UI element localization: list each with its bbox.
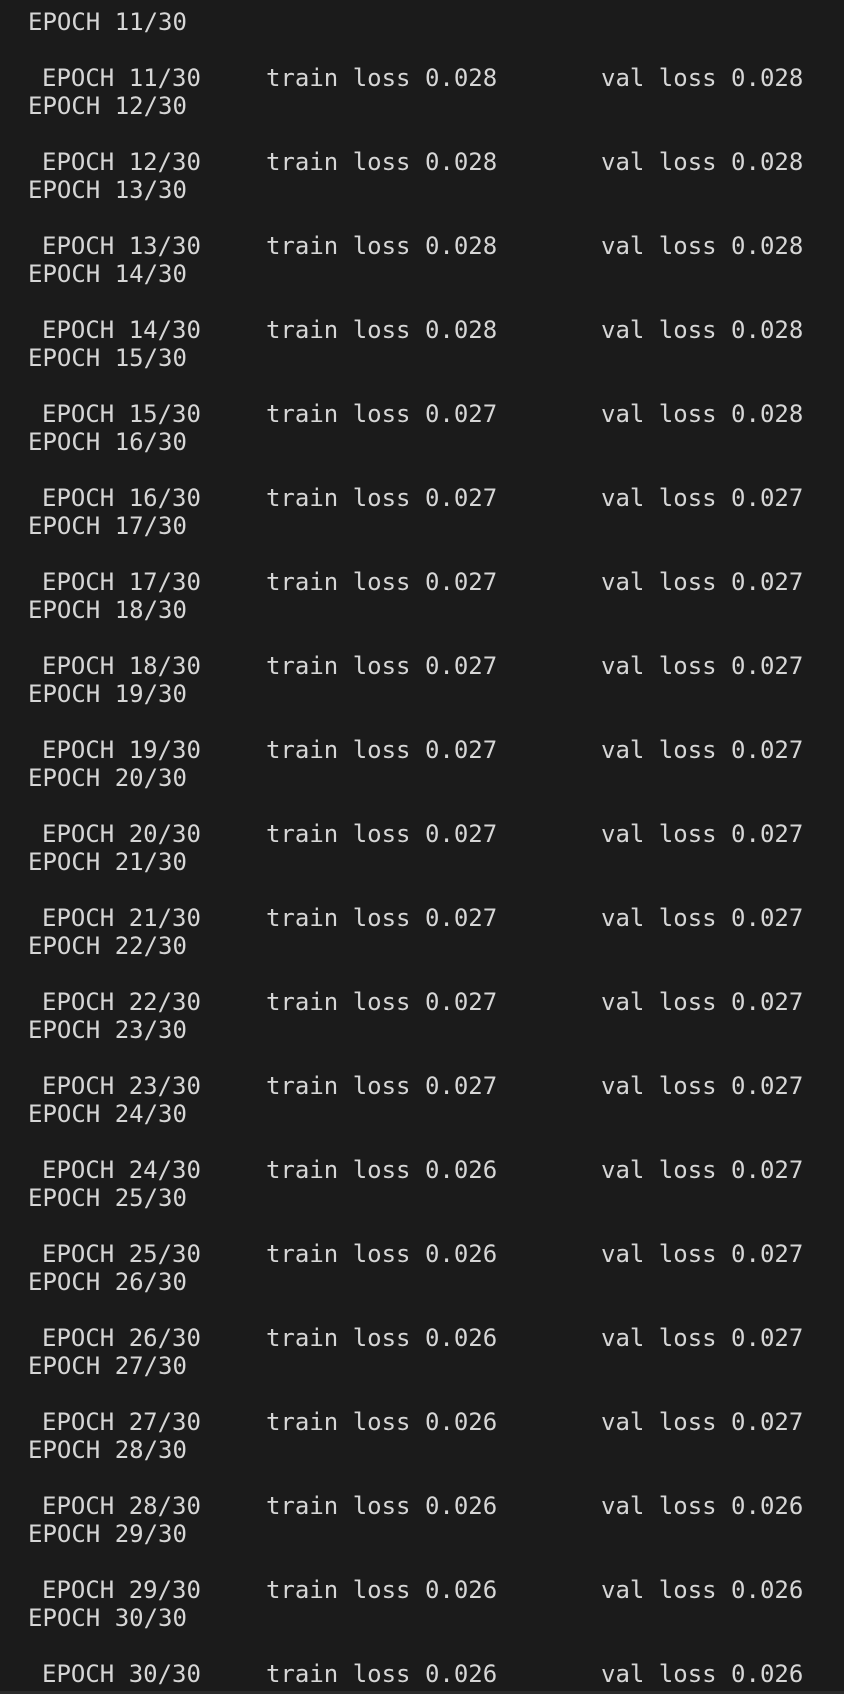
- train-loss: train loss 0.027: [266, 652, 498, 680]
- val-loss: val loss 0.027: [601, 820, 804, 848]
- epoch-label: EPOCH 27/30: [42, 1408, 201, 1436]
- epoch-header: EPOCH 13/30: [28, 176, 187, 204]
- terminal-output: EPOCH 11/30 EPOCH 11/30 train loss 0.028 v…: [0, 0, 844, 1694]
- val-loss: val loss 0.026: [601, 1660, 804, 1688]
- epoch-label: EPOCH 11/30: [42, 64, 201, 92]
- epoch-header: EPOCH 29/30: [28, 1520, 187, 1548]
- epoch-header: EPOCH 14/30: [28, 260, 187, 288]
- val-loss: val loss 0.026: [601, 1576, 804, 1604]
- epoch-header: EPOCH 20/30: [28, 764, 187, 792]
- train-loss: train loss 0.027: [266, 400, 498, 428]
- val-loss: val loss 0.027: [601, 1324, 804, 1352]
- val-loss: val loss 0.028: [601, 64, 804, 92]
- train-loss: train loss 0.027: [266, 484, 498, 512]
- epoch-label: EPOCH 19/30: [42, 736, 201, 764]
- train-loss: train loss 0.028: [266, 148, 498, 176]
- train-loss: train loss 0.028: [266, 316, 498, 344]
- epoch-label: EPOCH 23/30: [42, 1072, 201, 1100]
- train-loss: train loss 0.027: [266, 904, 498, 932]
- epoch-header: EPOCH 11/30: [28, 8, 187, 36]
- epoch-label: EPOCH 17/30: [42, 568, 201, 596]
- val-loss: val loss 0.027: [601, 484, 804, 512]
- epoch-label: EPOCH 16/30: [42, 484, 201, 512]
- epoch-label: EPOCH 12/30: [42, 148, 201, 176]
- train-loss: train loss 0.027: [266, 568, 498, 596]
- epoch-header: EPOCH 12/30: [28, 92, 187, 120]
- train-loss: train loss 0.026: [266, 1660, 498, 1688]
- epoch-label: EPOCH 20/30: [42, 820, 201, 848]
- val-loss: val loss 0.028: [601, 316, 804, 344]
- val-loss: val loss 0.027: [601, 988, 804, 1016]
- train-loss: train loss 0.026: [266, 1240, 498, 1268]
- epoch-label: EPOCH 21/30: [42, 904, 201, 932]
- epoch-label: EPOCH 24/30: [42, 1156, 201, 1184]
- epoch-label: EPOCH 18/30: [42, 652, 201, 680]
- train-loss: train loss 0.026: [266, 1156, 498, 1184]
- epoch-label: EPOCH 14/30: [42, 316, 201, 344]
- train-loss: train loss 0.026: [266, 1408, 498, 1436]
- epoch-header: EPOCH 25/30: [28, 1184, 187, 1212]
- epoch-label: EPOCH 26/30: [42, 1324, 201, 1352]
- train-loss: train loss 0.027: [266, 736, 498, 764]
- train-loss: train loss 0.026: [266, 1324, 498, 1352]
- val-loss: val loss 0.028: [601, 148, 804, 176]
- epoch-label: EPOCH 15/30: [42, 400, 201, 428]
- epoch-header: EPOCH 22/30: [28, 932, 187, 960]
- epoch-label: EPOCH 28/30: [42, 1492, 201, 1520]
- epoch-label: EPOCH 30/30: [42, 1660, 201, 1688]
- epoch-header: EPOCH 27/30: [28, 1352, 187, 1380]
- val-loss: val loss 0.026: [601, 1492, 804, 1520]
- val-loss: val loss 0.028: [601, 232, 804, 260]
- epoch-label: EPOCH 25/30: [42, 1240, 201, 1268]
- epoch-header: EPOCH 21/30: [28, 848, 187, 876]
- val-loss: val loss 0.027: [601, 736, 804, 764]
- val-loss: val loss 0.027: [601, 1408, 804, 1436]
- val-loss: val loss 0.027: [601, 652, 804, 680]
- epoch-header: EPOCH 26/30: [28, 1268, 187, 1296]
- train-loss: train loss 0.027: [266, 1072, 498, 1100]
- epoch-header: EPOCH 28/30: [28, 1436, 187, 1464]
- epoch-header: EPOCH 23/30: [28, 1016, 187, 1044]
- epoch-header: EPOCH 17/30: [28, 512, 187, 540]
- epoch-label: EPOCH 29/30: [42, 1576, 201, 1604]
- val-loss: val loss 0.027: [601, 904, 804, 932]
- val-loss: val loss 0.027: [601, 1156, 804, 1184]
- train-loss: train loss 0.026: [266, 1576, 498, 1604]
- epoch-label: EPOCH 22/30: [42, 988, 201, 1016]
- train-loss: train loss 0.028: [266, 232, 498, 260]
- epoch-label: EPOCH 13/30: [42, 232, 201, 260]
- train-loss: train loss 0.027: [266, 820, 498, 848]
- train-loss: train loss 0.027: [266, 988, 498, 1016]
- epoch-header: EPOCH 18/30: [28, 596, 187, 624]
- epoch-header: EPOCH 15/30: [28, 344, 187, 372]
- epoch-header: EPOCH 19/30: [28, 680, 187, 708]
- epoch-header: EPOCH 24/30: [28, 1100, 187, 1128]
- val-loss: val loss 0.027: [601, 1240, 804, 1268]
- epoch-header: EPOCH 16/30: [28, 428, 187, 456]
- val-loss: val loss 0.028: [601, 400, 804, 428]
- val-loss: val loss 0.027: [601, 568, 804, 596]
- val-loss: val loss 0.027: [601, 1072, 804, 1100]
- epoch-header: EPOCH 30/30: [28, 1604, 187, 1632]
- train-loss: train loss 0.026: [266, 1492, 498, 1520]
- train-loss: train loss 0.028: [266, 64, 498, 92]
